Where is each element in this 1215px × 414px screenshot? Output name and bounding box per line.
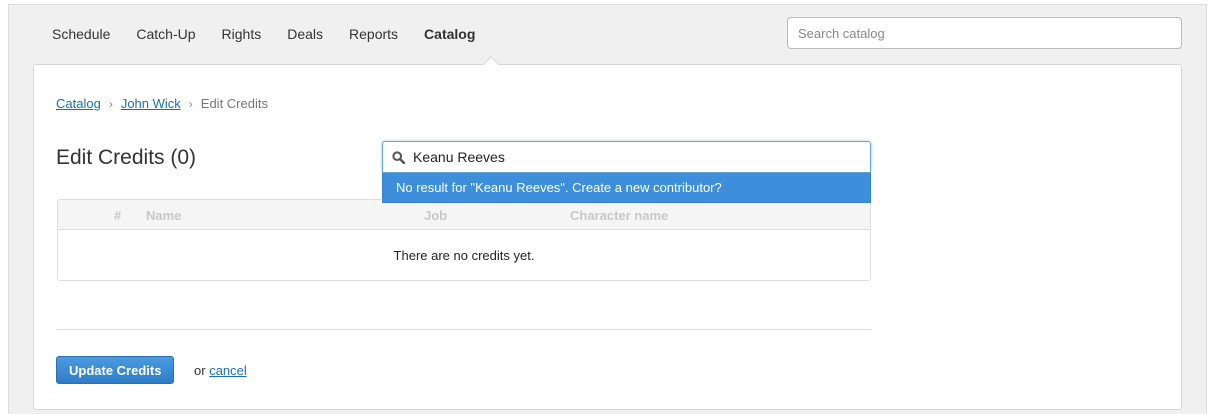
nav-item-schedule[interactable]: Schedule — [52, 16, 110, 52]
catalog-search-input[interactable] — [787, 17, 1182, 49]
breadcrumb-current: Edit Credits — [200, 96, 268, 111]
breadcrumb-catalog-link[interactable]: Catalog — [56, 96, 101, 111]
contributor-search-input[interactable] — [413, 143, 870, 171]
form-divider — [57, 329, 871, 330]
column-header-character-name: Character name — [570, 208, 669, 223]
cancel-link[interactable]: cancel — [209, 363, 247, 378]
top-nav: Schedule Catch-Up Rights Deals Reports C… — [52, 16, 501, 52]
active-tab-caret — [482, 55, 500, 65]
breadcrumb: Catalog › John Wick › Edit Credits — [56, 96, 268, 111]
nav-item-catch-up[interactable]: Catch-Up — [136, 16, 195, 52]
column-header-number: # — [114, 208, 122, 223]
or-text: or — [194, 363, 206, 378]
credits-table: # Name Job Character name There are no c… — [57, 199, 871, 281]
nav-item-deals[interactable]: Deals — [287, 16, 323, 52]
column-header-job: Job — [424, 208, 448, 223]
nav-item-rights[interactable]: Rights — [222, 16, 262, 52]
nav-item-reports[interactable]: Reports — [349, 16, 398, 52]
page-title: Edit Credits (0) — [56, 146, 197, 169]
search-icon — [383, 150, 413, 164]
credits-empty-message: There are no credits yet. — [393, 247, 535, 263]
update-credits-button[interactable]: Update Credits — [56, 356, 175, 384]
breadcrumb-separator: › — [108, 96, 113, 111]
contributor-search-box[interactable] — [382, 141, 871, 173]
contributor-autocomplete: No result for "Keanu Reeves". Create a n… — [382, 141, 871, 203]
cancel-group: or cancel — [194, 363, 247, 378]
create-contributor-option[interactable]: No result for "Keanu Reeves". Create a n… — [382, 173, 871, 203]
breadcrumb-john-wick-link[interactable]: John Wick — [121, 96, 181, 111]
column-header-name: Name — [146, 208, 182, 223]
nav-item-catalog[interactable]: Catalog — [424, 16, 475, 52]
credits-table-header: # Name Job Character name — [58, 200, 870, 230]
breadcrumb-separator: › — [188, 96, 193, 111]
